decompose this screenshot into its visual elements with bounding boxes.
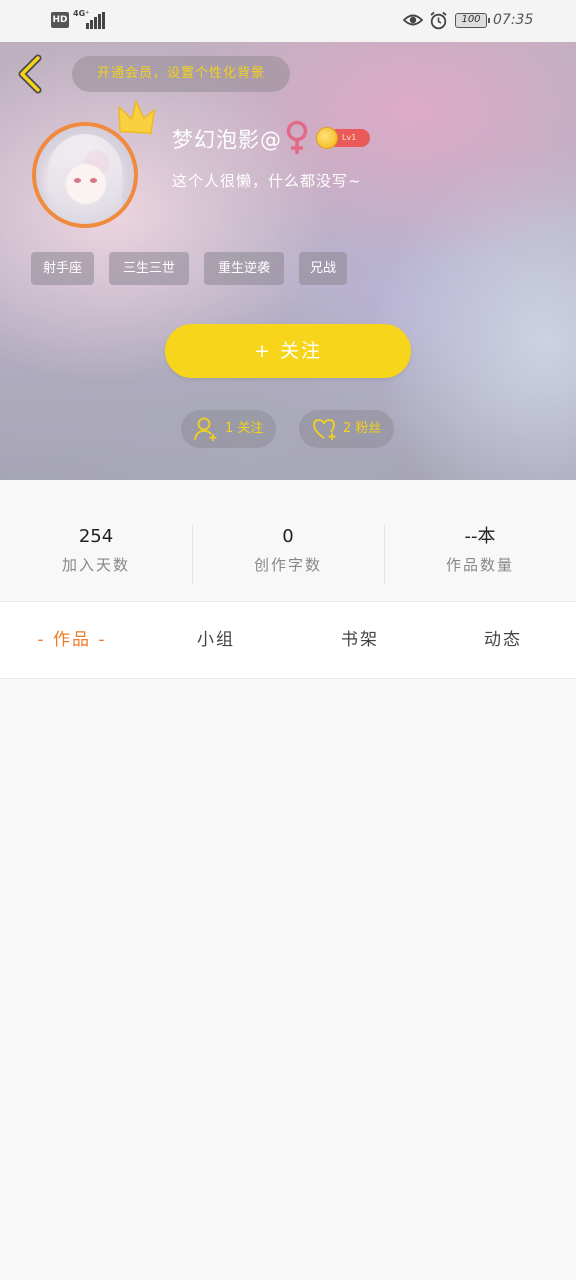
tab-bookshelf[interactable]: 书架 [310, 602, 410, 678]
follow-button[interactable]: + 关注 [165, 324, 411, 378]
tab-content-area [0, 680, 576, 1280]
stats-row: 254 加入天数 0 创作字数 --本 作品数量 [0, 480, 576, 601]
stat-label: 创作字数 [253, 556, 322, 574]
eye-icon [403, 14, 423, 26]
crown-icon [118, 99, 156, 134]
stat-value: --本 [464, 526, 496, 547]
stat-works-count: --本 作品数量 [384, 524, 576, 575]
stat-label: 加入天数 [61, 556, 130, 574]
stat-join-days: 254 加入天数 [0, 524, 192, 575]
fans-button[interactable]: 2 粉丝 [299, 410, 394, 448]
user-add-icon [194, 417, 217, 441]
stat-word-count: 0 创作字数 [192, 524, 384, 575]
medal-icon [316, 127, 338, 149]
back-arrow-icon[interactable] [14, 54, 48, 94]
hd-indicator: HD [51, 12, 69, 28]
stat-label: 作品数量 [445, 556, 514, 574]
female-icon [286, 120, 308, 154]
stat-value: 254 [78, 526, 114, 547]
tag-zodiac[interactable]: 射手座 [31, 252, 94, 285]
signal-icon [86, 12, 106, 29]
heart-add-icon [313, 419, 336, 440]
level-badge: Lv1 [316, 127, 370, 149]
status-bar: HD 4G⁺ 100 07:35 [0, 0, 576, 42]
clock: 07:35 [493, 12, 534, 28]
fans-count: 2 粉丝 [343, 421, 382, 436]
username: 梦幻泡影@ [172, 128, 282, 152]
tab-groups[interactable]: 小组 [166, 602, 266, 678]
tab-activity[interactable]: 动态 [453, 602, 553, 678]
following-button[interactable]: 1 关注 [181, 410, 276, 448]
tab-bar: - 作品 - 小组 书架 动态 [0, 601, 576, 679]
battery-icon: 100 [455, 13, 490, 28]
stat-value: 0 [282, 526, 294, 547]
tag[interactable]: 三生三世 [109, 252, 189, 285]
following-count: 1 关注 [225, 421, 264, 436]
vip-promo-button[interactable]: 开通会员，设置个性化背景 [72, 56, 290, 92]
profile-header: 开通会员，设置个性化背景 梦幻泡影@ Lv1 这个人很懒，什么都没写~ 射手座 … [0, 42, 576, 480]
alarm-icon [430, 11, 447, 30]
tag[interactable]: 兄战 [299, 252, 347, 285]
tag[interactable]: 重生逆袭 [204, 252, 284, 285]
tab-works[interactable]: - 作品 - [22, 602, 122, 678]
user-bio: 这个人很懒，什么都没写~ [172, 172, 362, 190]
